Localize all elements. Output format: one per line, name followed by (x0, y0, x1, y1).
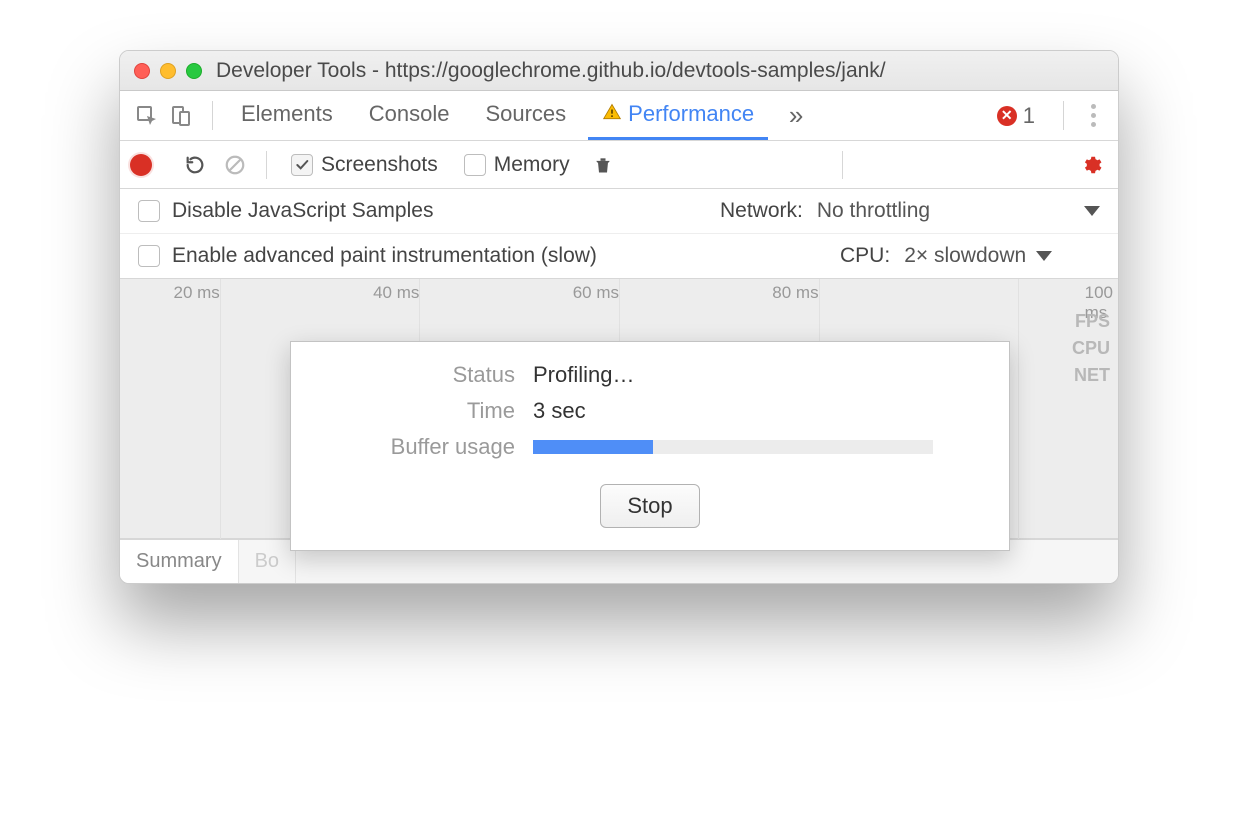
network-throttle-control[interactable]: Network: No throttling (720, 199, 1100, 223)
cpu-value: 2× slowdown (904, 244, 1026, 268)
capture-settings-button[interactable] (1074, 148, 1108, 182)
status-value: Profiling… (533, 362, 985, 388)
window-title: Developer Tools - https://googlechrome.g… (216, 59, 1104, 83)
summary-tab[interactable]: Summary (120, 540, 239, 583)
tab-label: Performance (628, 101, 754, 127)
zoom-window-button[interactable] (186, 63, 202, 79)
enable-paint-instrumentation-checkbox[interactable] (138, 245, 160, 267)
devtools-window: Developer Tools - https://googlechrome.g… (119, 50, 1119, 584)
record-button[interactable] (130, 154, 152, 176)
tab-elements[interactable]: Elements (227, 91, 347, 140)
screenshots-label: Screenshots (321, 153, 438, 177)
tab-label: Elements (241, 101, 333, 127)
clear-recording-button[interactable] (218, 148, 252, 182)
screenshots-option: Screenshots (281, 153, 448, 177)
error-icon: ✕ (997, 106, 1017, 126)
settings-row-1: Disable JavaScript Samples Network: No t… (120, 189, 1118, 234)
next-tab-label: Bo (255, 550, 279, 573)
reload-record-button[interactable] (178, 148, 212, 182)
memory-checkbox[interactable] (464, 154, 486, 176)
warning-icon (602, 102, 622, 128)
time-ruler: 20 ms 40 ms 60 ms 80 ms 100 ms (120, 279, 1118, 309)
next-tab-truncated[interactable]: Bo (239, 540, 296, 583)
error-count-badge[interactable]: ✕ 1 (983, 91, 1049, 140)
disable-js-samples-checkbox[interactable] (138, 200, 160, 222)
ruler-tick: 80 ms (772, 283, 818, 303)
stop-button[interactable]: Stop (600, 484, 699, 528)
stop-button-label: Stop (627, 493, 672, 518)
traffic-lights (134, 63, 202, 79)
profiling-dialog: Status Profiling… Time 3 sec Buffer usag… (290, 341, 1010, 551)
tab-label: Console (369, 101, 450, 127)
chevron-down-icon (1036, 251, 1052, 261)
net-lane-label: NET (1072, 365, 1110, 386)
status-label: Status (315, 362, 515, 388)
memory-option: Memory (454, 153, 580, 177)
tab-label: Sources (485, 101, 566, 127)
enable-paint-instrumentation-label: Enable advanced paint instrumentation (s… (172, 244, 597, 268)
fps-lane-label: FPS (1072, 311, 1110, 332)
garbage-collect-button[interactable] (586, 148, 620, 182)
inspect-element-icon[interactable] (130, 99, 164, 133)
memory-label: Memory (494, 153, 570, 177)
summary-tab-label: Summary (136, 550, 222, 573)
tab-performance[interactable]: Performance (588, 91, 768, 140)
disable-js-samples-label: Disable JavaScript Samples (172, 199, 433, 223)
titlebar: Developer Tools - https://googlechrome.g… (120, 51, 1118, 91)
network-value: No throttling (817, 199, 930, 223)
cpu-lane-label: CPU (1072, 338, 1110, 359)
close-window-button[interactable] (134, 63, 150, 79)
ruler-tick: 20 ms (174, 283, 220, 303)
time-label: Time (315, 398, 515, 424)
error-count: 1 (1023, 103, 1035, 129)
toggle-device-icon[interactable] (164, 99, 198, 133)
minimize-window-button[interactable] (160, 63, 176, 79)
buffer-usage-bar (533, 440, 933, 454)
tab-sources[interactable]: Sources (471, 91, 580, 140)
ruler-tick: 60 ms (573, 283, 619, 303)
buffer-usage-label: Buffer usage (315, 434, 515, 460)
chevron-down-icon (1084, 206, 1100, 216)
more-tabs-button[interactable]: » (776, 91, 816, 140)
lane-labels: FPS CPU NET (1072, 311, 1110, 386)
network-label: Network: (720, 199, 803, 223)
devtools-menu-button[interactable] (1078, 91, 1108, 140)
screenshots-checkbox[interactable] (291, 154, 313, 176)
performance-toolbar: Screenshots Memory (120, 141, 1118, 189)
time-value: 3 sec (533, 398, 985, 424)
tab-console[interactable]: Console (355, 91, 464, 140)
ruler-tick: 40 ms (373, 283, 419, 303)
settings-row-2: Enable advanced paint instrumentation (s… (120, 234, 1118, 279)
cpu-throttle-control[interactable]: CPU: 2× slowdown (840, 244, 1100, 268)
cpu-label: CPU: (840, 244, 890, 268)
tab-list: Elements Console Sources Performance » (227, 91, 816, 140)
panel-tabs-row: Elements Console Sources Performance » ✕… (120, 91, 1118, 141)
